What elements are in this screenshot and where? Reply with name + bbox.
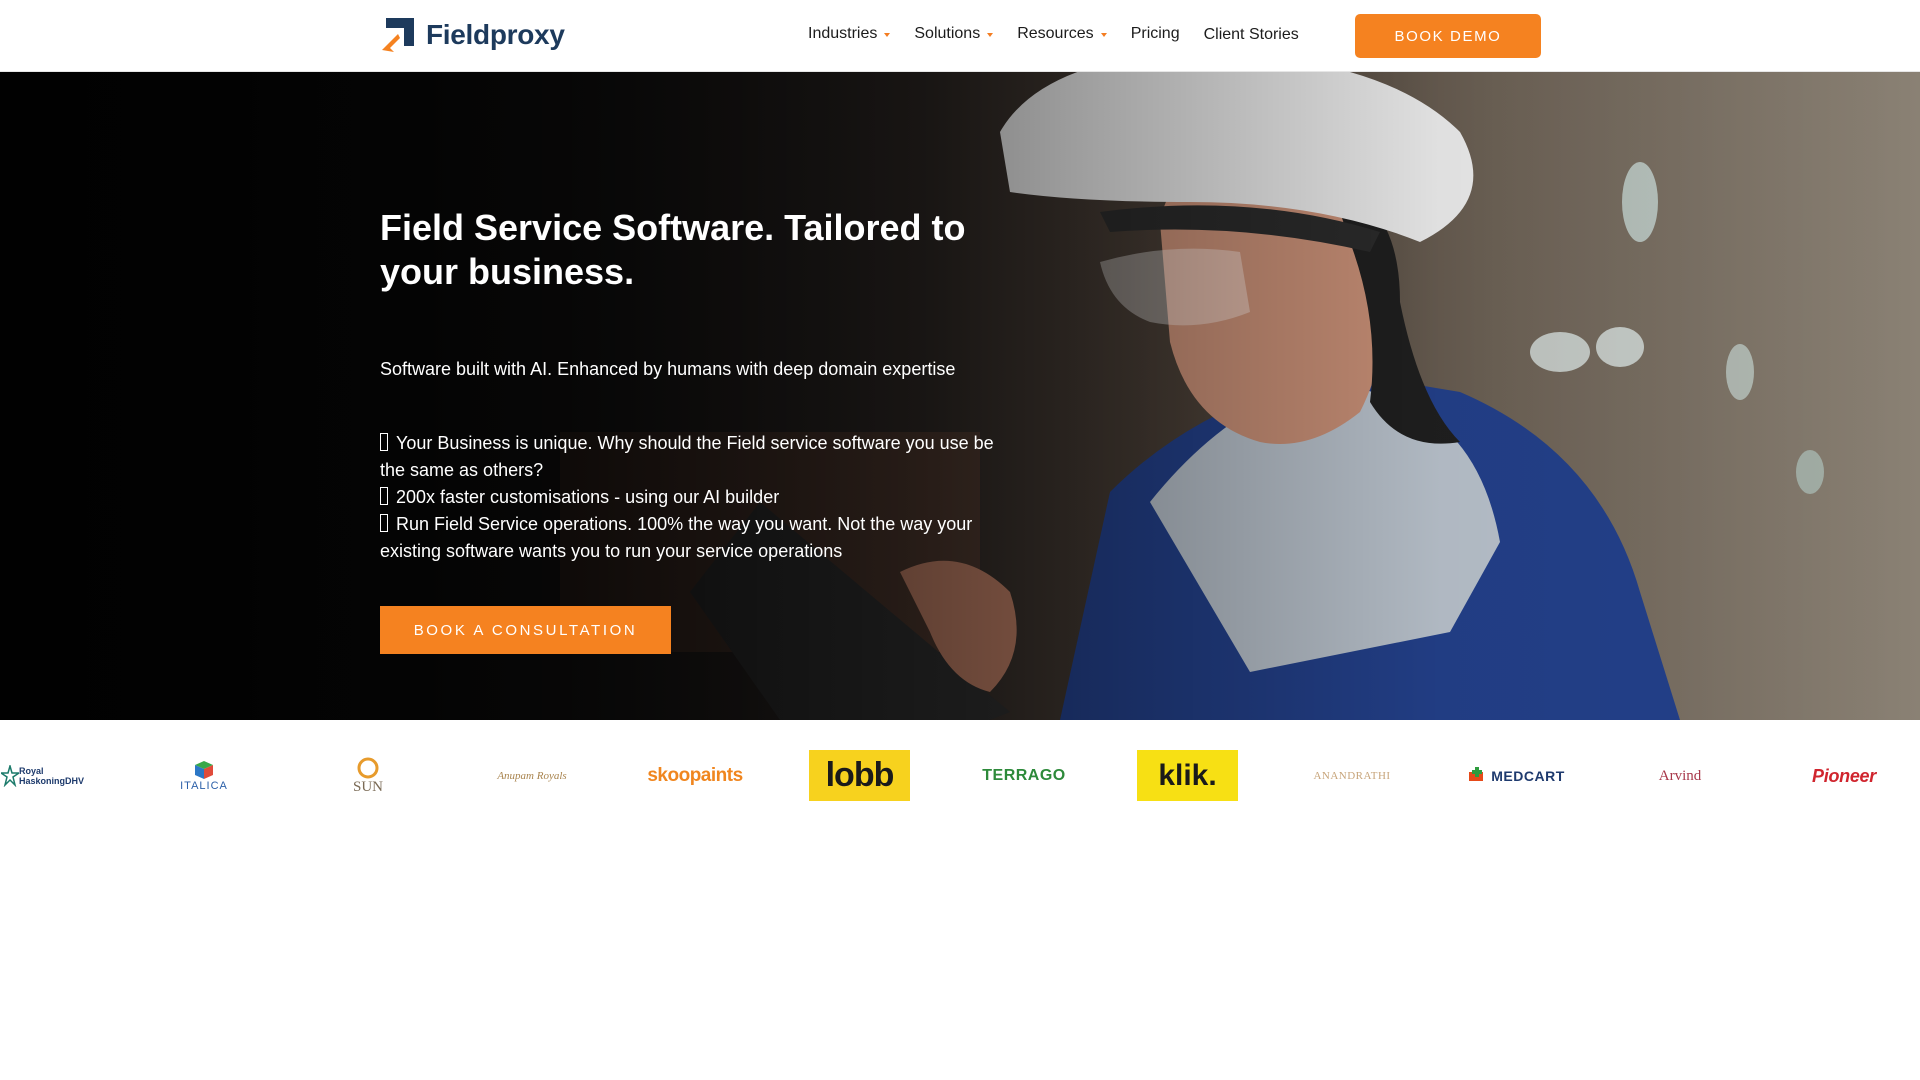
bullet-text: Your Business is unique. Why should the … [380,433,994,480]
client-logo-text: lobb [825,756,895,794]
client-logo-text: MEDCART [1491,768,1565,784]
hero-overlay [0,72,1920,720]
client-logo-text: ITALICA [180,780,228,792]
cube-icon [195,761,213,779]
star-icon [1,765,19,787]
client-logo-sun-pharma: SUN [340,750,396,802]
site-header: Fieldproxy Industries Solutions Resource… [0,0,1920,72]
brand-logo[interactable]: Fieldproxy [380,16,565,54]
nav-solutions[interactable]: Solutions [914,25,994,43]
client-logo-terrago: TERRAGO [970,750,1078,802]
client-logo-text: SUN [352,778,383,795]
client-logo-lobb: lobb [809,750,910,801]
client-logo-skoo-paints: skoopaints [640,750,750,802]
client-logo-text: Royal HaskoningDHV [19,766,85,786]
client-logo-text: skoopaints [647,765,743,786]
main-nav: Industries Solutions Resources Pricing C… [808,24,1323,44]
bullet-box-icon [380,487,388,505]
hero-title: Field Service Software. Tailored to your… [380,207,966,292]
caret-down-icon [987,33,994,37]
client-logo-pioneer: Pioneer [1794,750,1894,802]
hero-section: Field Service Software. Tailored to your… [0,72,1920,720]
bullet-text: 200x faster customisations - using our A… [396,487,780,507]
client-logo-text: ANANDRATHI [1313,770,1391,782]
hero-bullets: Your Business is unique. Why should the … [380,430,1000,565]
cart-icon [1469,767,1484,781]
nav-label: Resources [1017,25,1094,42]
nav-label: Industries [808,25,878,42]
client-logo-text: Pioneer [1812,765,1876,786]
client-logo-klik: klik. [1137,750,1238,801]
nav-client-stories[interactable]: Client Stories [1204,26,1299,44]
book-consultation-button[interactable]: BOOK A CONSULTATION [380,606,671,654]
client-logo-anupam-royals: Anupam Royals [490,750,574,802]
hero-bullet: Your Business is unique. Why should the … [380,430,1000,484]
nav-resources[interactable]: Resources [1017,25,1107,43]
client-logo-text: Anupam Royals [497,770,567,782]
nav-label: Pricing [1130,25,1180,42]
client-logo-text: TERRAGO [982,767,1066,784]
client-logo-anand-rathi: ANANDRATHI [1304,750,1400,802]
brand-name: Fieldproxy [426,19,565,50]
hero-bullet: 200x faster customisations - using our A… [380,484,1000,511]
nav-label: Solutions [914,25,981,42]
client-logo-strip: Royal HaskoningDHV ITALICA SUN Anupam Ro… [0,720,1920,830]
nav-pricing[interactable]: Pricing [1131,25,1180,43]
client-logo-text: Arvind [1658,767,1702,784]
client-logo-royal-haskoning: Royal HaskoningDHV [0,750,90,802]
client-logo-medcart: MEDCART [1464,750,1568,802]
fieldproxy-logo-icon [382,18,414,52]
hero-subtitle: Software built with AI. Enhanced by huma… [380,359,956,379]
caret-down-icon [884,33,891,37]
nav-industries[interactable]: Industries [808,25,891,43]
nav-label: Client Stories [1203,26,1299,43]
hero-bullet: Run Field Service operations. 100% the w… [380,511,1000,565]
bullet-box-icon [380,433,388,451]
book-demo-button[interactable]: BOOK DEMO [1355,14,1541,58]
client-logo-text: klik. [1158,758,1217,792]
client-logo-arvind: Arvind [1632,750,1728,802]
caret-down-icon [1100,33,1107,37]
sun-icon [357,757,379,778]
bullet-text: Run Field Service operations. 100% the w… [380,514,973,561]
bullet-box-icon [380,514,388,532]
client-logo-italica: ITALICA [174,750,234,802]
